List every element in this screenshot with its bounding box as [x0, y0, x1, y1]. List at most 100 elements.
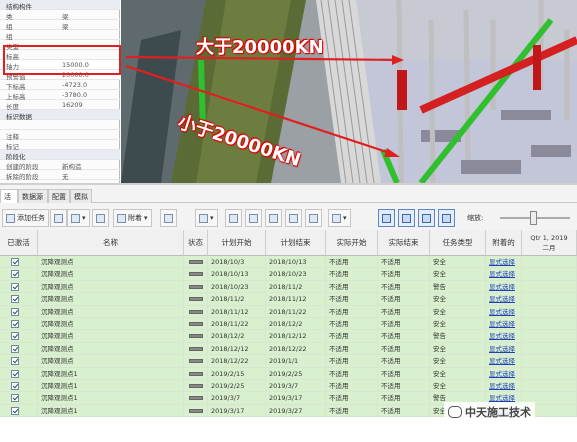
column-header-planned-start[interactable]: 计划开始 [208, 230, 266, 256]
column-header-actual-end[interactable]: 实际结束 [378, 230, 430, 256]
property-row[interactable]: 下标高 -4723.0 [0, 80, 120, 91]
zoom-slider-thumb[interactable] [530, 211, 537, 225]
active-checkbox-cell[interactable] [0, 392, 38, 405]
tab-simulate[interactable]: 模拟 [70, 189, 92, 203]
rules-button[interactable] [160, 209, 177, 227]
active-checkbox-cell[interactable] [0, 268, 38, 281]
column-header-status[interactable]: 状态 [184, 230, 208, 256]
property-row[interactable]: 标记 [0, 140, 120, 151]
active-checkbox-cell[interactable] [0, 404, 38, 418]
table-row[interactable]: 沉降观测点 2018/11/22 2018/12/2 不适用 不适用 安全 显式选择 [0, 318, 577, 331]
checkbox-checked-icon[interactable] [11, 394, 19, 403]
insert-button[interactable]: ▾ [67, 209, 90, 227]
checkbox-checked-icon[interactable] [11, 295, 19, 304]
attached-cell[interactable]: 显式选择 [486, 268, 522, 281]
planned-start-cell: 2018/10/23 [208, 280, 266, 294]
3d-viewport[interactable]: 大于20000KN 小于20000KN [121, 0, 577, 183]
view-chart-button[interactable] [438, 209, 455, 227]
active-checkbox-cell[interactable] [0, 367, 38, 380]
column-header-planned-end[interactable]: 计划结束 [266, 230, 326, 256]
attached-cell[interactable]: 显式选择 [486, 367, 522, 380]
column-header-active[interactable]: 已激活 [0, 230, 38, 256]
attached-cell[interactable]: 显式选择 [486, 280, 522, 294]
tab-tasks[interactable]: 活 [0, 189, 18, 203]
active-checkbox-cell[interactable] [0, 380, 38, 393]
property-section-header[interactable]: 结构构件 [0, 0, 120, 11]
checkbox-checked-icon[interactable] [11, 320, 19, 328]
table-row[interactable]: 沉降观测点 2018/12/22 2019/1/1 不适用 不适用 安全 显式选择 [0, 355, 577, 368]
tab-configure[interactable]: 配置 [48, 189, 70, 203]
table-row[interactable]: 沉降观测点 2018/11/2 2018/11/12 不适用 不适用 安全 显式选择 [0, 293, 577, 306]
attached-cell[interactable]: 显式选择 [486, 293, 522, 306]
attach-button[interactable]: 附着 ▾ [113, 209, 152, 227]
link-button[interactable] [265, 209, 282, 227]
table-row[interactable]: 沉降观测点1 2019/2/25 2019/3/7 不适用 不适用 安全 显式选择 [0, 380, 577, 393]
table-row[interactable]: 沉降观测点 2018/10/3 2018/10/13 不适用 不适用 安全 显式选择 [0, 256, 577, 269]
active-checkbox-cell[interactable] [0, 293, 38, 306]
property-section-header[interactable]: 标识数据 [0, 110, 120, 121]
active-checkbox-cell[interactable] [0, 305, 38, 318]
property-row[interactable]: 注释 [0, 130, 120, 141]
checkbox-checked-icon[interactable] [11, 282, 19, 291]
column-header-task-type[interactable]: 任务类型 [430, 230, 486, 256]
view-split-button[interactable] [418, 209, 435, 227]
view-gantt-button[interactable] [398, 209, 415, 227]
attached-cell[interactable]: 显式选择 [486, 330, 522, 343]
tab-data-source[interactable]: 数据源 [18, 189, 48, 203]
attached-cell[interactable]: 显式选择 [486, 342, 522, 356]
active-checkbox-cell[interactable] [0, 330, 38, 343]
property-row[interactable]: 上标高 -3780.0 [0, 90, 120, 101]
property-row[interactable]: 组 [0, 30, 120, 41]
checkbox-checked-icon[interactable] [11, 307, 19, 316]
checkbox-checked-icon[interactable] [11, 332, 19, 341]
property-row[interactable]: 拆除的阶段 无 [0, 170, 120, 181]
checkbox-checked-icon[interactable] [11, 344, 19, 353]
checkbox-checked-icon[interactable] [11, 382, 19, 390]
view-grid-only-button[interactable] [378, 209, 395, 227]
table-row[interactable]: 沉降观测点1 2019/2/15 2019/2/25 不适用 不适用 安全 显式选择 [0, 367, 577, 380]
name-cell: 沉降观测点1 [38, 392, 184, 405]
active-checkbox-cell[interactable] [0, 280, 38, 294]
table-row[interactable]: 沉降观测点 2018/12/12 2018/12/22 不适用 不适用 安全 显式选择 [0, 342, 577, 356]
checkbox-checked-icon[interactable] [11, 369, 19, 378]
unlink-button[interactable] [285, 209, 302, 227]
property-row[interactable]: 长度 16209 [0, 100, 120, 111]
comment-button[interactable] [305, 209, 322, 227]
filter-button[interactable]: ▾ [195, 209, 218, 227]
checkbox-checked-icon[interactable] [11, 270, 19, 279]
auto-add-button[interactable] [50, 209, 67, 227]
add-task-button[interactable]: 添加任务 [2, 209, 49, 227]
property-row[interactable]: 创建的阶段 新构造 [0, 160, 120, 171]
attached-cell[interactable]: 显式选择 [486, 380, 522, 393]
property-row[interactable]: 组梁 [0, 20, 120, 31]
table-row[interactable]: 沉降观测点 2018/10/23 2018/11/2 不适用 不适用 警告 显式选择 [0, 280, 577, 294]
active-checkbox-cell[interactable] [0, 318, 38, 331]
attached-cell[interactable]: 显式选择 [486, 355, 522, 368]
column-header-name[interactable]: 名称 [38, 230, 184, 256]
indent-button[interactable] [245, 209, 262, 227]
columns-button[interactable]: ▾ [328, 209, 351, 227]
actual-start-cell: 不适用 [326, 293, 378, 306]
delete-button[interactable] [92, 209, 109, 227]
table-row[interactable]: 沉降观测点 2018/11/12 2018/11/22 不适用 不适用 安全 显式选择 [0, 305, 577, 318]
attached-cell[interactable]: 显式选择 [486, 305, 522, 318]
column-header-attached[interactable]: 附着的 [486, 230, 522, 256]
table-row[interactable]: 沉降观测点 2018/10/13 2018/10/23 不适用 不适用 安全 显式选择 [0, 268, 577, 281]
property-row[interactable] [0, 120, 120, 130]
checkbox-checked-icon[interactable] [11, 357, 19, 366]
timeline-cell [522, 380, 577, 393]
attached-cell[interactable]: 显式选择 [486, 256, 522, 269]
column-header-actual-start[interactable]: 实际开始 [326, 230, 378, 256]
checkbox-checked-icon[interactable] [11, 258, 19, 266]
property-section-header[interactable]: 阶段化 [0, 150, 120, 161]
planned-end-cell: 2019/3/17 [266, 392, 326, 405]
active-checkbox-cell[interactable] [0, 256, 38, 269]
active-checkbox-cell[interactable] [0, 342, 38, 356]
checkbox-checked-icon[interactable] [11, 406, 19, 415]
status-bar-icon [189, 272, 203, 277]
outdent-button[interactable] [225, 209, 242, 227]
attached-cell[interactable]: 显式选择 [486, 318, 522, 331]
table-row[interactable]: 沉降观测点 2018/12/2 2018/12/12 不适用 不适用 警告 显式选择 [0, 330, 577, 343]
active-checkbox-cell[interactable] [0, 355, 38, 368]
property-row[interactable]: 类梁 [0, 10, 120, 21]
